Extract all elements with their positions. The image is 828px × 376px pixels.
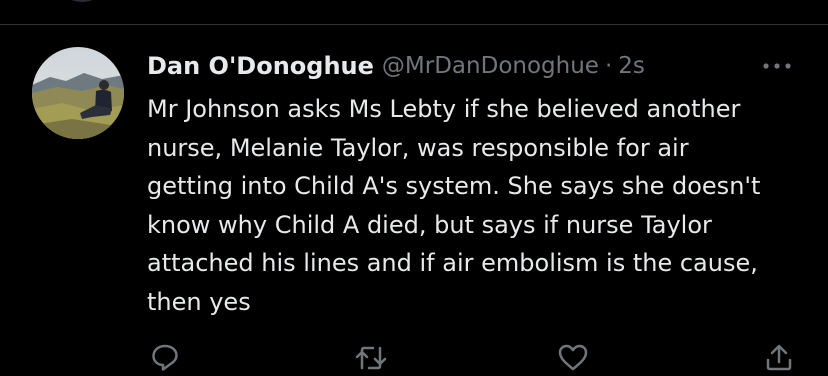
- retweet-icon: [355, 346, 387, 370]
- retweet-button[interactable]: [354, 342, 388, 376]
- tweet-header: Dan O'Donoghue @MrDanDonoghue · 2s: [147, 48, 645, 84]
- like-icon: [558, 344, 588, 371]
- avatar[interactable]: [32, 47, 124, 139]
- reply-icon: [152, 344, 178, 371]
- share-icon: [766, 344, 792, 371]
- more-options-button[interactable]: [760, 54, 794, 78]
- tweet-timestamp[interactable]: 2s: [618, 53, 645, 79]
- more-horizontal-icon: [763, 63, 791, 69]
- author-handle[interactable]: @MrDanDonoghue: [382, 53, 599, 79]
- reply-button[interactable]: [150, 342, 180, 376]
- like-button[interactable]: [557, 342, 589, 376]
- author-name[interactable]: Dan O'Donoghue: [147, 52, 374, 80]
- tweet-text: Mr Johnson asks Ms Lebty if she believed…: [147, 95, 761, 316]
- previous-tweet-avatar[interactable]: [58, 0, 106, 2]
- share-button[interactable]: [764, 342, 794, 376]
- header-separator: ·: [604, 53, 613, 79]
- tweet-divider: [0, 24, 828, 25]
